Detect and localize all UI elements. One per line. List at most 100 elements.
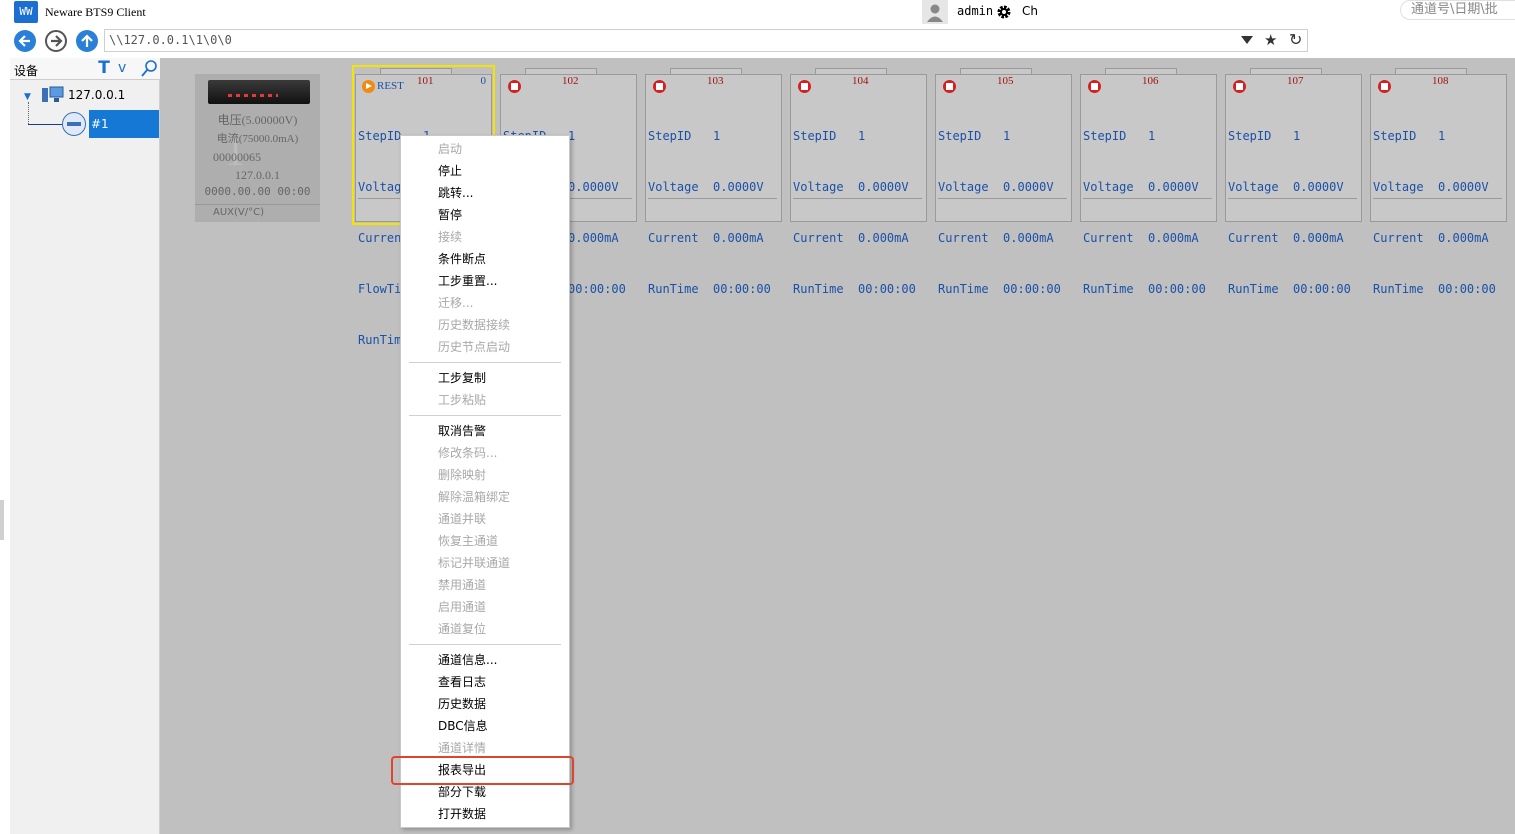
menu-item-mark-parallel[interactable]: 标记并联通道 bbox=[438, 552, 510, 574]
forward-button[interactable] bbox=[45, 30, 67, 52]
channel-number: 105 bbox=[997, 75, 1014, 87]
row-runtime: RunTime 00:00:00 bbox=[1228, 282, 1351, 296]
tree-connector bbox=[28, 124, 62, 125]
channel-card[interactable]: 104 StepID 1 Voltage 0.0000V Current 0.0… bbox=[790, 68, 927, 296]
menu-item-history-data[interactable]: 历史数据 bbox=[438, 693, 486, 715]
channel-card[interactable]: 103 StepID 1 Voltage 0.0000V Current 0.0… bbox=[645, 68, 782, 296]
channel-divider bbox=[938, 198, 1067, 199]
menu-item-step-copy[interactable]: 工步复制 bbox=[438, 367, 486, 389]
menu-item-unbind-chamber[interactable]: 解除温箱绑定 bbox=[438, 486, 510, 508]
row-current: Current 0.000mA bbox=[1083, 231, 1199, 245]
menu-item-jump[interactable]: 跳转... bbox=[438, 182, 473, 204]
channel-card[interactable]: 105 StepID 1 Voltage 0.0000V Current 0.0… bbox=[935, 68, 1072, 296]
menu-item-pause[interactable]: 暂停 bbox=[438, 204, 462, 226]
channel-number: 108 bbox=[1432, 75, 1449, 87]
channel-divider bbox=[648, 198, 777, 199]
menu-item-stop[interactable]: 停止 bbox=[438, 160, 462, 182]
device-voltage: 电压(5.00000V) bbox=[217, 113, 298, 127]
running-status-icon bbox=[362, 80, 375, 93]
row-runtime: RunTime 00:00:00 bbox=[1083, 282, 1206, 296]
tree-connector bbox=[28, 102, 29, 124]
menu-item-step-reset[interactable]: 工步重置... bbox=[438, 270, 497, 292]
splitter-handle[interactable] bbox=[0, 500, 4, 540]
computer-icon bbox=[42, 86, 64, 102]
row-voltage: Voltage 0.0000V bbox=[648, 180, 764, 194]
channel-divider bbox=[1228, 198, 1357, 199]
language-toggle[interactable]: Ch bbox=[1022, 4, 1038, 18]
stop-status-icon bbox=[1088, 80, 1101, 93]
menu-item-open-data[interactable]: 打开数据 bbox=[438, 803, 486, 825]
menu-item-restore-main[interactable]: 恢复主通道 bbox=[438, 530, 498, 552]
menu-item-channel-info[interactable]: 通道信息... bbox=[438, 649, 497, 671]
app-title: Neware BTS9 Client bbox=[45, 5, 146, 19]
channel-number: 101 bbox=[417, 75, 434, 87]
panel-title: 设备 bbox=[14, 64, 39, 78]
menu-item-enable-channel[interactable]: 启用通道 bbox=[438, 596, 486, 618]
user-avatar-icon[interactable] bbox=[922, 0, 948, 24]
menu-item-resume[interactable]: 接续 bbox=[438, 226, 462, 248]
row-runtime: RunTime 00:00:00 bbox=[1373, 282, 1496, 296]
row-runtime: RunTime 00:00:00 bbox=[793, 282, 916, 296]
menu-item-view-log[interactable]: 查看日志 bbox=[438, 671, 486, 693]
gear-icon[interactable] bbox=[996, 4, 1012, 20]
menu-item-parallel[interactable]: 通道并联 bbox=[438, 508, 486, 530]
device-aux: AUX(V/°C) bbox=[195, 204, 320, 222]
row-current: Current 0.000mA bbox=[938, 231, 1054, 245]
row-current: Current 0.000mA bbox=[648, 231, 764, 245]
row-step: StepID 1 bbox=[1083, 129, 1156, 143]
tree-item-device[interactable]: #1 bbox=[89, 110, 159, 138]
menu-item-cancel-alarm[interactable]: 取消告警 bbox=[438, 420, 486, 442]
menu-item-step-paste[interactable]: 工步粘贴 bbox=[438, 389, 486, 411]
tree-item-host[interactable]: 127.0.0.1 bbox=[68, 88, 125, 102]
channel-number: 102 bbox=[562, 75, 579, 87]
menu-item-start[interactable]: 启动 bbox=[438, 138, 462, 160]
menu-item-migrate[interactable]: 迁移... bbox=[438, 292, 473, 314]
channel-counter: 0 bbox=[480, 75, 487, 87]
tester-device-icon bbox=[208, 80, 310, 104]
stop-status-icon bbox=[943, 80, 956, 93]
channel-card[interactable]: 107 StepID 1 Voltage 0.0000V Current 0.0… bbox=[1225, 68, 1362, 296]
search-icon[interactable] bbox=[140, 59, 158, 79]
stop-status-icon bbox=[1378, 80, 1391, 93]
device-tree-panel: 设备 T v ▼ 127.0.0.1 #1 bbox=[10, 58, 160, 834]
channel-card[interactable]: 106 StepID 1 Voltage 0.0000V Current 0.0… bbox=[1080, 68, 1217, 296]
view-tool-button[interactable]: v bbox=[118, 60, 126, 76]
channel-card[interactable]: 108 StepID 1 Voltage 0.0000V Current 0.0… bbox=[1370, 68, 1507, 296]
row-step: StepID 1 bbox=[793, 129, 866, 143]
stop-status-icon bbox=[1233, 80, 1246, 93]
channel-values: StepID 1 Voltage 0.0000V Current 0.000mA… bbox=[1083, 94, 1206, 332]
username-label[interactable]: admin bbox=[957, 4, 993, 18]
menu-separator bbox=[409, 644, 561, 645]
back-button[interactable] bbox=[14, 30, 36, 52]
star-icon[interactable]: ★ bbox=[1264, 31, 1277, 49]
menu-item-history-node-start[interactable]: 历史节点启动 bbox=[438, 336, 510, 358]
highlight-box bbox=[391, 756, 574, 785]
menu-item-history-resume[interactable]: 历史数据接续 bbox=[438, 314, 510, 336]
menu-item-delete-mapping[interactable]: 删除映射 bbox=[438, 464, 486, 486]
tree-expand-icon[interactable]: ▼ bbox=[24, 92, 31, 102]
device-card[interactable]: 1 电压(5.00000V) 电流(75000.0mA) 00000065 12… bbox=[195, 74, 320, 222]
channel-divider bbox=[1373, 198, 1502, 199]
menu-item-channel-reset[interactable]: 通道复位 bbox=[438, 618, 486, 640]
channel-values: StepID 1 Voltage 0.0000V Current 0.000mA… bbox=[938, 94, 1061, 332]
title-bar: WW Neware BTS9 Client admin Ch 通道号\日期\批 bbox=[0, 0, 1515, 26]
up-button[interactable] bbox=[76, 30, 98, 52]
row-current: Current 0.000mA bbox=[1373, 231, 1489, 245]
row-voltage: Voltage 0.0000V bbox=[1083, 180, 1199, 194]
menu-item-edit-barcode[interactable]: 修改条码... bbox=[438, 442, 497, 464]
search-input[interactable]: 通道号\日期\批 bbox=[1400, 0, 1515, 20]
row-current: Current 0.000mA bbox=[793, 231, 909, 245]
row-step: StepID 1 bbox=[1373, 129, 1446, 143]
chevron-down-icon[interactable] bbox=[1241, 36, 1253, 44]
channel-values: StepID 1 Voltage 0.0000V Current 0.000mA… bbox=[1373, 94, 1496, 332]
address-input[interactable]: \\127.0.0.1\1\0\0 bbox=[104, 29, 1308, 52]
menu-item-breakpoint[interactable]: 条件断点 bbox=[438, 248, 486, 270]
menu-item-dbc-info[interactable]: DBC信息 bbox=[438, 715, 488, 737]
text-tool-button[interactable]: T bbox=[94, 58, 114, 80]
channel-number: 107 bbox=[1287, 75, 1304, 87]
menu-separator bbox=[409, 362, 561, 363]
row-runtime: RunTime 00:00:00 bbox=[648, 282, 771, 296]
refresh-icon[interactable]: ↻ bbox=[1289, 30, 1302, 49]
menu-item-disable-channel[interactable]: 禁用通道 bbox=[438, 574, 486, 596]
channel-values: StepID 1 Voltage 0.0000V Current 0.000mA… bbox=[648, 94, 771, 332]
